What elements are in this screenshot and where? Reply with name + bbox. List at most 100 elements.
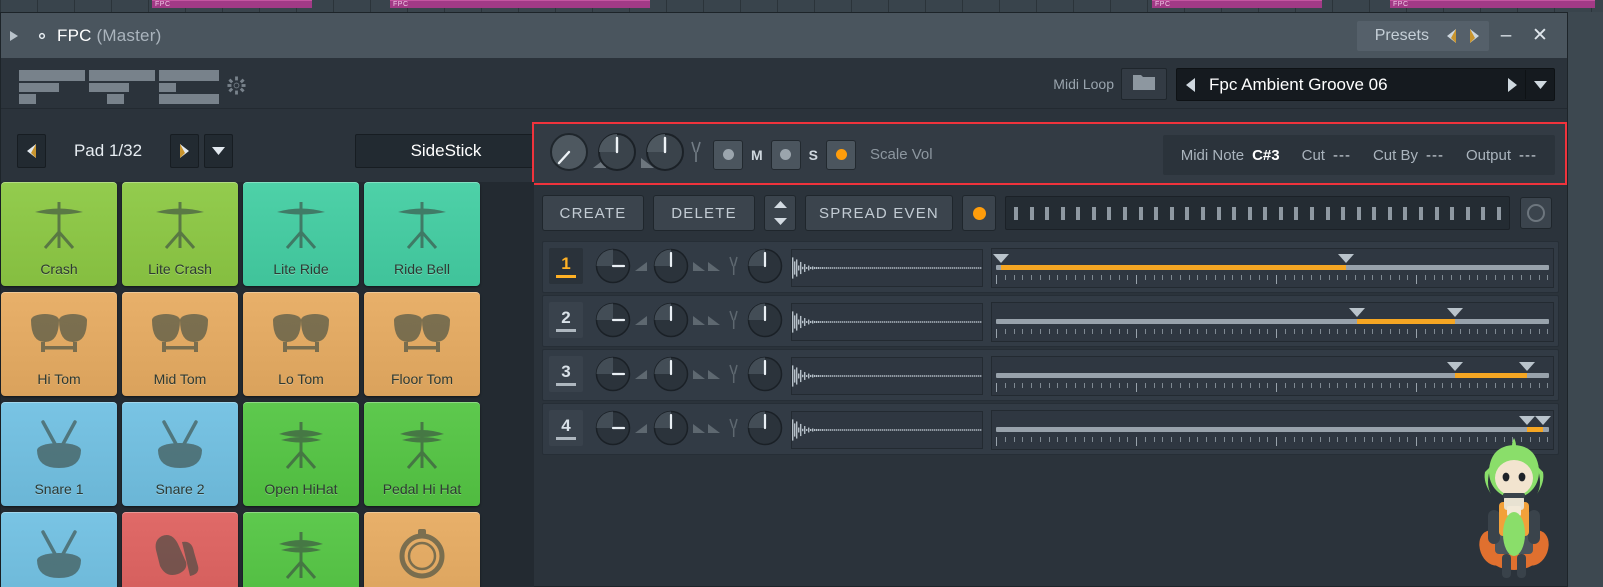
step-tick[interactable]	[1450, 206, 1455, 220]
pad-slot-13[interactable]	[1, 512, 117, 587]
spread-even-button[interactable]: SPREAD EVEN	[805, 195, 953, 231]
layer-volume-knob[interactable]	[651, 300, 691, 345]
pad-lite-crash[interactable]: Lite Crash	[122, 182, 238, 286]
layer-spinner[interactable]	[764, 195, 796, 231]
close-button[interactable]: ✕	[1523, 13, 1557, 58]
pad-floor-tom[interactable]: Floor Tom	[364, 292, 480, 396]
pad-snare-1[interactable]: Snare 1	[1, 402, 117, 506]
step-tick[interactable]	[1356, 206, 1361, 220]
preset-next-triangle-right-icon[interactable]	[1463, 23, 1485, 49]
step-tick[interactable]	[1372, 206, 1377, 220]
volume-knob[interactable]	[596, 131, 638, 178]
create-button[interactable]: CREATE	[542, 195, 644, 231]
step-tick[interactable]	[1045, 206, 1050, 220]
pad-slot-15[interactable]	[243, 512, 359, 587]
layer-pitch-knob[interactable]	[745, 408, 785, 453]
step-tick[interactable]	[1496, 206, 1501, 220]
velocity-end-handle[interactable]	[1534, 416, 1551, 425]
step-tick[interactable]	[1403, 206, 1408, 220]
preset-selector[interactable]: Fpc Ambient Groove 06	[1176, 68, 1555, 101]
scale-vol-button[interactable]	[826, 139, 857, 170]
layer-volume-knob[interactable]	[651, 408, 691, 453]
solo-button[interactable]	[770, 139, 801, 170]
output-value[interactable]: ---	[1519, 147, 1537, 164]
pad-dropdown-chevron-down-icon[interactable]	[204, 134, 233, 168]
step-tick[interactable]	[1076, 206, 1081, 220]
cut-by-value[interactable]: ---	[1426, 147, 1444, 164]
layer-volume-knob[interactable]	[651, 354, 691, 399]
step-tick[interactable]	[1216, 206, 1221, 220]
velocity-start-handle[interactable]	[993, 254, 1010, 263]
selected-pad-name[interactable]: SideStick	[355, 134, 537, 168]
layer-velocity-range[interactable]	[991, 410, 1554, 450]
velocity-end-handle[interactable]	[1338, 254, 1355, 263]
gear-icon[interactable]	[27, 26, 57, 46]
step-tick[interactable]	[1029, 206, 1034, 220]
layer-waveform[interactable]	[791, 249, 983, 287]
playlist-clip[interactable]: FPC	[152, 0, 312, 8]
layer-velocity-range[interactable]	[991, 356, 1554, 396]
step-tick[interactable]	[1091, 206, 1096, 220]
loop-toggle-button[interactable]	[1520, 197, 1552, 229]
playlist-clip[interactable]: FPC	[1390, 0, 1595, 8]
presets-control[interactable]: Presets	[1356, 20, 1489, 51]
step-tick[interactable]	[1294, 206, 1299, 220]
pad-next-button[interactable]	[170, 134, 199, 168]
step-tick[interactable]	[1200, 206, 1205, 220]
step-tick[interactable]	[1185, 206, 1190, 220]
pad-pedal-hi-hat[interactable]: Pedal Hi Hat	[364, 402, 480, 506]
pad-slot-16[interactable]	[364, 512, 480, 587]
midi-loop-folder-button[interactable]	[1121, 68, 1167, 100]
step-tick[interactable]	[1123, 206, 1128, 220]
layer-row[interactable]: 4	[542, 403, 1559, 455]
layer-number-button[interactable]: 2	[549, 302, 583, 338]
step-tick[interactable]	[1247, 206, 1252, 220]
layer-pitch-knob[interactable]	[745, 300, 785, 345]
velocity-end-handle[interactable]	[1447, 308, 1464, 317]
mute-button[interactable]	[713, 139, 743, 170]
layer-waveform[interactable]	[791, 357, 983, 395]
step-tick[interactable]	[1138, 206, 1143, 220]
layer-row[interactable]: 1	[542, 241, 1559, 293]
step-tick[interactable]	[1434, 206, 1439, 220]
preset-prev-triangle-left-icon[interactable]	[1177, 70, 1203, 99]
record-button[interactable]	[962, 195, 996, 231]
delete-button[interactable]: DELETE	[653, 195, 755, 231]
step-tick[interactable]	[1325, 206, 1330, 220]
velocity-start-handle[interactable]	[1447, 362, 1464, 371]
layer-row[interactable]: 2	[542, 295, 1559, 347]
step-tick[interactable]	[1232, 206, 1237, 220]
layer-number-button[interactable]: 3	[549, 356, 583, 392]
playlist-clip[interactable]: FPC	[390, 0, 650, 8]
cut-value[interactable]: ---	[1333, 147, 1351, 164]
pan-knob[interactable]	[548, 131, 590, 178]
layer-pitch-knob[interactable]	[745, 246, 785, 291]
pad-ride-bell[interactable]: Ride Bell	[364, 182, 480, 286]
pad-crash[interactable]: Crash	[1, 182, 117, 286]
step-tick[interactable]	[1154, 206, 1159, 220]
step-tick[interactable]	[1107, 206, 1112, 220]
layer-pan-knob[interactable]	[593, 246, 633, 291]
pad-lo-tom[interactable]: Lo Tom	[243, 292, 359, 396]
pitch-knob[interactable]	[644, 131, 686, 178]
step-tick[interactable]	[1169, 206, 1174, 220]
pad-mid-tom[interactable]: Mid Tom	[122, 292, 238, 396]
step-tick[interactable]	[1014, 206, 1018, 220]
layer-waveform[interactable]	[791, 303, 983, 341]
pad-lite-ride[interactable]: Lite Ride	[243, 182, 359, 286]
preset-prev-triangle-left-icon[interactable]	[1441, 23, 1463, 49]
step-tick[interactable]	[1341, 206, 1346, 220]
layer-waveform[interactable]	[791, 411, 983, 449]
velocity-end-handle[interactable]	[1518, 362, 1535, 371]
layer-pitch-knob[interactable]	[745, 354, 785, 399]
pad-hi-tom[interactable]: Hi Tom	[1, 292, 117, 396]
layer-velocity-range[interactable]	[991, 302, 1554, 342]
step-tick[interactable]	[1465, 206, 1470, 220]
pad-prev-button[interactable]	[17, 134, 46, 168]
velocity-start-handle[interactable]	[1518, 416, 1535, 425]
layer-pan-knob[interactable]	[593, 300, 633, 345]
midi-note-value[interactable]: C#3	[1252, 147, 1280, 164]
preset-dropdown-chevron-down-icon[interactable]	[1525, 70, 1554, 99]
preset-next-triangle-right-icon[interactable]	[1499, 70, 1525, 99]
minimize-button[interactable]: –	[1489, 13, 1523, 58]
